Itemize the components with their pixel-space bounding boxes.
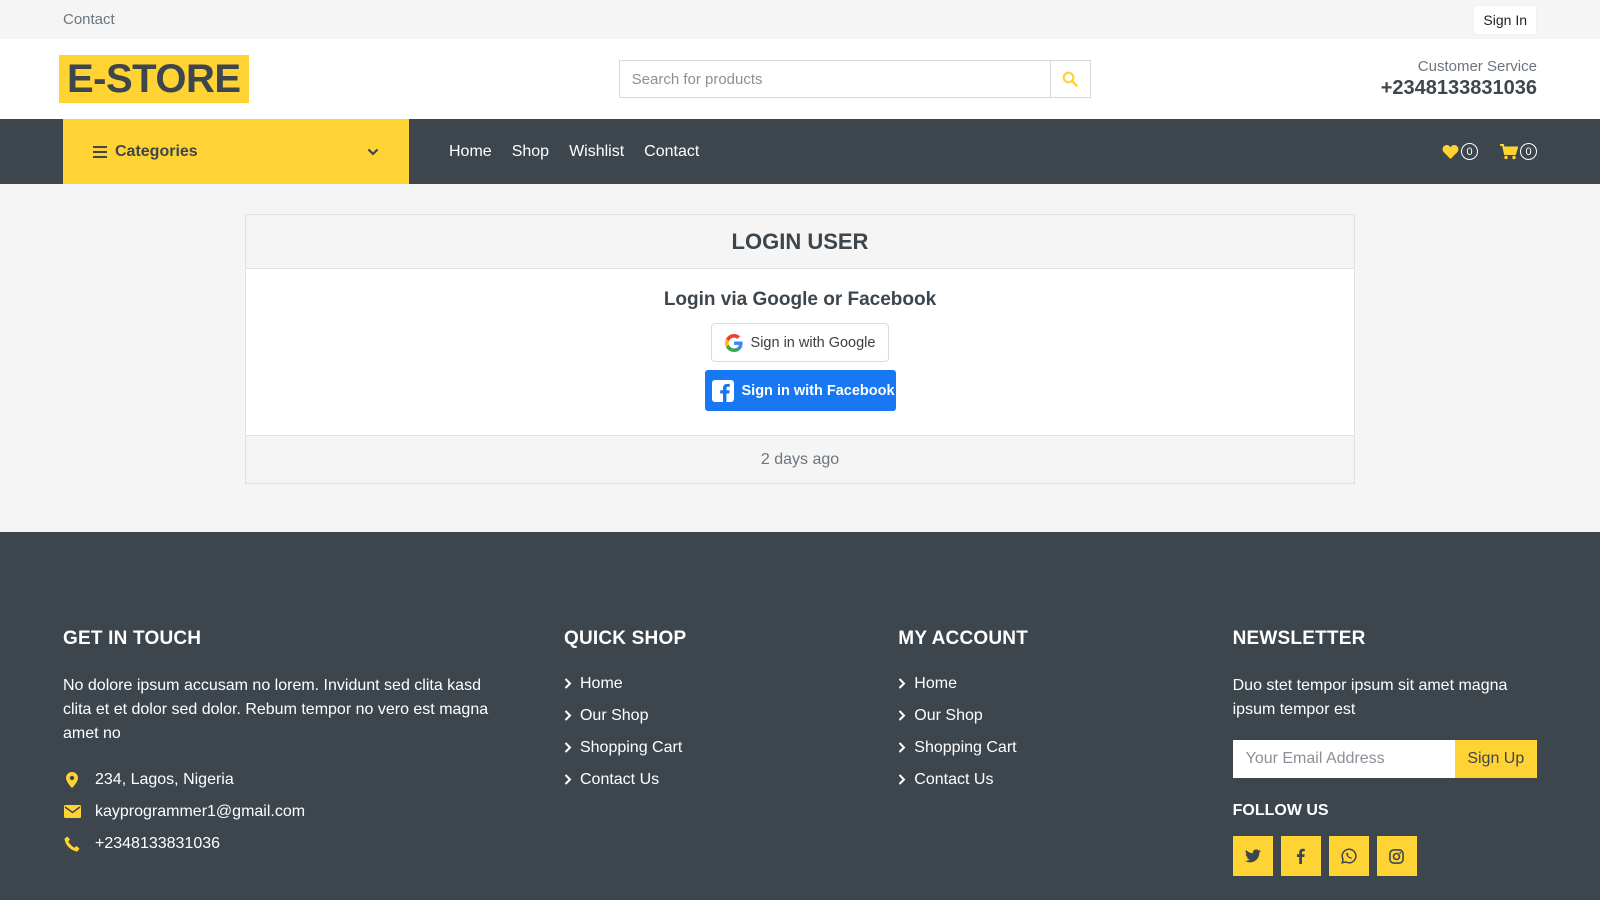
login-card-body: Login via Google or Facebook Sign in wit…	[246, 269, 1354, 435]
sign-in-button[interactable]: Sign In	[1473, 4, 1537, 35]
chevron-down-icon	[367, 148, 379, 156]
whatsapp-icon	[1340, 848, 1357, 864]
quick-shop-link-contact[interactable]: Contact Us	[564, 770, 898, 789]
quick-shop-link-label: Home	[579, 674, 623, 692]
site-logo[interactable]: E-STORE	[59, 55, 249, 103]
map-marker-icon	[66, 771, 78, 788]
quick-shop-link-label: Shopping Cart	[579, 738, 683, 756]
footer-email-text: kayprogrammer1@gmail.com	[95, 802, 306, 820]
main-content: LOGIN USER Login via Google or Facebook …	[0, 184, 1600, 532]
twitter-icon	[1244, 849, 1261, 863]
quick-shop-link-label: Our Shop	[579, 706, 649, 724]
footer-about-text: No dolore ipsum accusam no lorem. Invidu…	[63, 677, 489, 742]
newsletter-email-input[interactable]	[1232, 740, 1455, 778]
footer-get-in-touch: GET IN TOUCH No dolore ipsum accusam no …	[63, 628, 564, 900]
heart-icon	[1442, 145, 1459, 159]
account-link-contact[interactable]: Contact Us	[898, 770, 1232, 789]
account-link-our-shop[interactable]: Our Shop	[898, 706, 1232, 725]
footer-newsletter: NEWSLETTER Duo stet tempor ipsum sit ame…	[1232, 628, 1537, 900]
nav-link-shop[interactable]: Shop	[512, 143, 549, 161]
newsletter-text: Duo stet tempor ipsum sit amet magna ips…	[1232, 677, 1508, 718]
account-link-cart[interactable]: Shopping Cart	[898, 738, 1232, 757]
google-signin-button[interactable]: Sign in with Google	[711, 323, 889, 362]
newsletter-signup-button[interactable]: Sign Up	[1454, 740, 1537, 778]
login-card: LOGIN USER Login via Google or Facebook …	[245, 214, 1355, 484]
wishlist-button[interactable]: 0	[1442, 143, 1478, 160]
whatsapp-button[interactable]	[1328, 836, 1369, 876]
facebook-signin-button[interactable]: Sign in with Facebook	[704, 370, 896, 411]
account-link-home[interactable]: Home	[898, 674, 1232, 693]
footer-phone: +2348133831036	[63, 834, 564, 853]
phone-icon	[64, 836, 80, 851]
account-link-label: Contact Us	[914, 770, 994, 788]
account-link-label: Our Shop	[914, 706, 983, 724]
nav-links: Home Shop Wishlist Contact	[449, 143, 1442, 161]
cart-count-badge: 0	[1520, 143, 1537, 160]
footer-address-text: 234, Lagos, Nigeria	[95, 770, 234, 788]
facebook-icon	[711, 379, 734, 402]
chevron-right-icon	[899, 710, 906, 721]
wishlist-count-badge: 0	[1461, 143, 1478, 160]
instagram-icon	[1389, 848, 1404, 864]
categories-dropdown[interactable]: Categories	[63, 119, 409, 184]
nav-icons: 0 0	[1442, 143, 1537, 160]
account-link-label: Shopping Cart	[914, 738, 1017, 756]
google-signin-label: Sign in with Google	[750, 334, 876, 351]
site-header: E-STORE Customer Service +2348133831036	[0, 39, 1600, 119]
nav-link-contact[interactable]: Contact	[644, 143, 699, 161]
cart-button[interactable]: 0	[1500, 143, 1537, 160]
bars-icon	[93, 145, 107, 158]
instagram-button[interactable]	[1376, 836, 1417, 876]
chevron-right-icon	[564, 678, 572, 689]
login-card-header: LOGIN USER	[246, 215, 1354, 269]
search-button[interactable]	[1049, 60, 1091, 98]
main-navbar: Categories Home Shop Wishlist Contact 0 …	[0, 119, 1600, 184]
search-input[interactable]	[618, 60, 1050, 98]
search-icon	[1062, 71, 1078, 87]
cart-icon	[1500, 143, 1518, 159]
login-subtitle: Login via Google or Facebook	[663, 289, 937, 310]
google-icon	[724, 333, 743, 352]
quick-shop-title: QUICK SHOP	[563, 628, 687, 649]
footer-email: kayprogrammer1@gmail.com	[63, 802, 564, 821]
footer-phone-text: +2348133831036	[95, 834, 221, 852]
quick-shop-link-label: Contact Us	[579, 770, 660, 788]
footer-address: 234, Lagos, Nigeria	[63, 770, 564, 789]
quick-shop-link-our-shop[interactable]: Our Shop	[564, 706, 898, 725]
chevron-right-icon	[564, 774, 572, 785]
login-card-footer: 2 days ago	[246, 435, 1354, 483]
newsletter-title: NEWSLETTER	[1232, 628, 1366, 649]
facebook-button[interactable]	[1280, 836, 1321, 876]
chevron-right-icon	[899, 742, 906, 753]
facebook-icon	[1297, 848, 1305, 864]
quick-shop-link-cart[interactable]: Shopping Cart	[564, 738, 898, 757]
categories-label: Categories	[115, 142, 198, 160]
facebook-signin-label: Sign in with Facebook	[741, 382, 895, 399]
nav-link-home[interactable]: Home	[449, 143, 492, 161]
newsletter-form: Sign Up	[1232, 740, 1537, 778]
top-bar: Contact Sign In	[0, 0, 1600, 39]
twitter-button[interactable]	[1232, 836, 1273, 876]
customer-service-phone: +2348133831036	[1380, 77, 1537, 99]
top-contact-link[interactable]: Contact	[63, 11, 115, 28]
footer-quick-shop: QUICK SHOP Home Our Shop Shopping Cart C…	[564, 628, 898, 900]
chevron-right-icon	[899, 774, 906, 785]
footer-my-account: MY ACCOUNT Home Our Shop Shopping Cart C…	[898, 628, 1232, 900]
chevron-right-icon	[564, 710, 572, 721]
get-in-touch-title: GET IN TOUCH	[63, 628, 202, 649]
site-footer: GET IN TOUCH No dolore ipsum accusam no …	[0, 532, 1600, 900]
customer-service: Customer Service +2348133831036	[1381, 58, 1537, 100]
my-account-title: MY ACCOUNT	[898, 628, 1029, 649]
customer-service-label: Customer Service	[1417, 58, 1537, 75]
nav-link-wishlist[interactable]: Wishlist	[569, 143, 624, 161]
chevron-right-icon	[564, 742, 572, 753]
search-form	[618, 60, 1091, 98]
quick-shop-link-home[interactable]: Home	[564, 674, 898, 693]
social-links	[1232, 836, 1537, 876]
envelope-icon	[63, 805, 81, 818]
follow-us-title: FOLLOW US	[1232, 802, 1329, 819]
account-link-label: Home	[914, 674, 957, 692]
chevron-right-icon	[899, 678, 906, 689]
